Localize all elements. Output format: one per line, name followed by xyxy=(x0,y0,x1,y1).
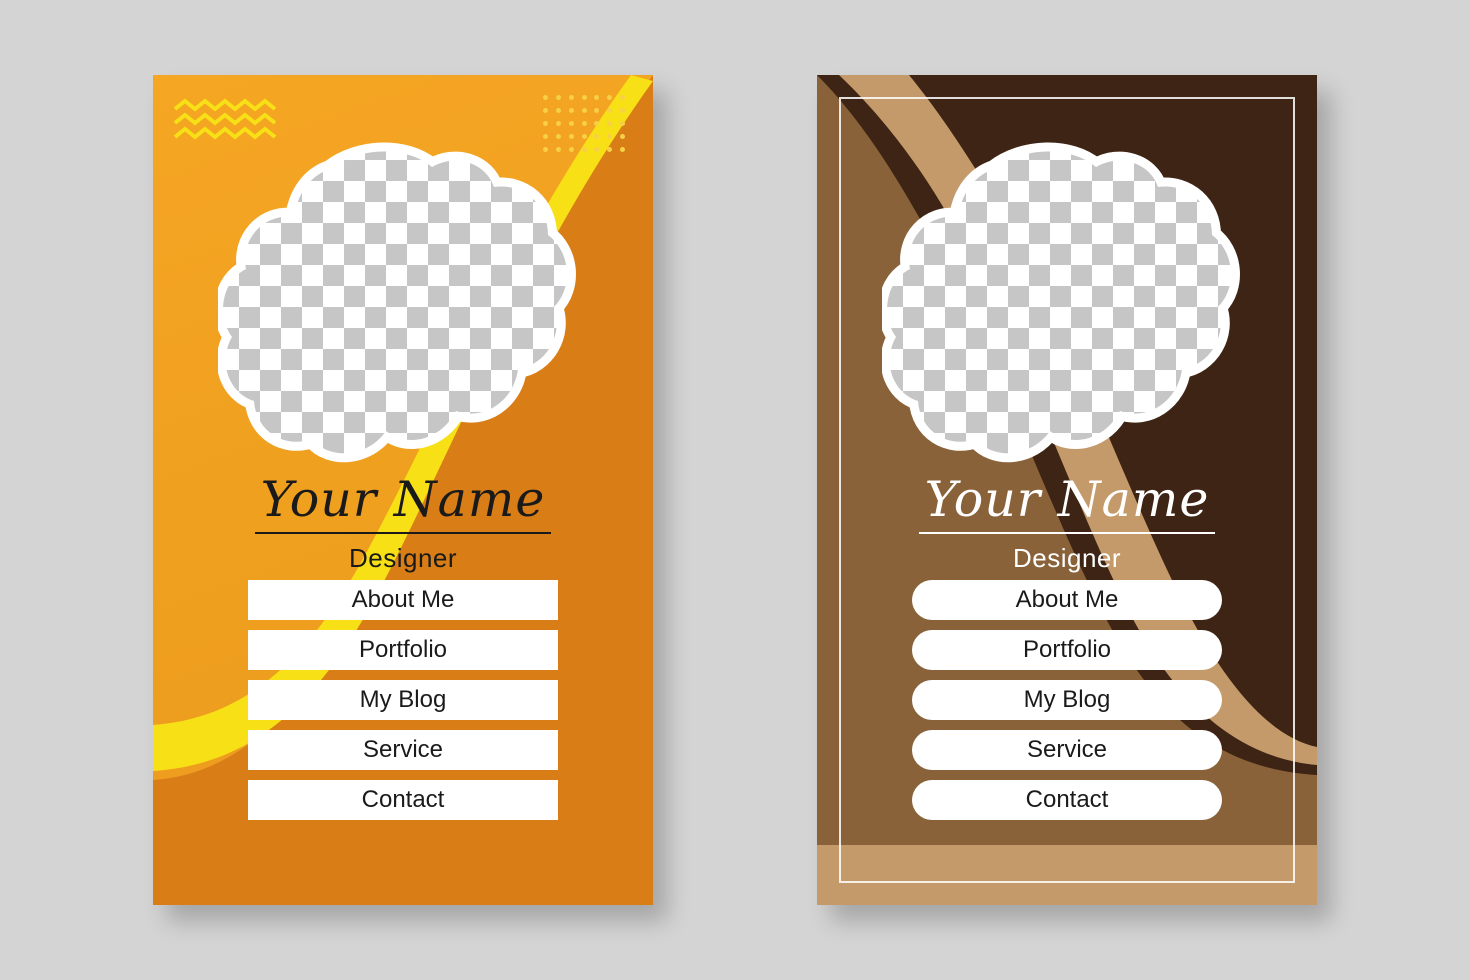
photo-placeholder-brown[interactable] xyxy=(878,139,1252,469)
button-service[interactable]: Service xyxy=(912,730,1222,770)
role-subtitle: Designer xyxy=(1012,543,1122,573)
name-block-brown: Your Name Designer xyxy=(817,475,1317,574)
photo-placeholder-orange[interactable] xyxy=(214,139,588,469)
menu-brown: About Me Portfolio My Blog Service Conta… xyxy=(817,580,1317,820)
button-portfolio[interactable]: Portfolio xyxy=(248,630,558,670)
profile-card-brown: Your Name Designer About Me Portfolio My… xyxy=(817,75,1317,905)
blob-photo-frame xyxy=(878,142,1240,463)
zigzag-decoration-icon xyxy=(173,98,277,140)
profile-card-orange: Your Name Designer About Me Portfolio My… xyxy=(153,75,653,905)
button-about-me[interactable]: About Me xyxy=(912,580,1222,620)
menu-orange: About Me Portfolio My Blog Service Conta… xyxy=(153,580,653,820)
button-contact[interactable]: Contact xyxy=(912,780,1222,820)
page-title: Your Name xyxy=(918,475,1216,534)
cards-stage: Your Name Designer About Me Portfolio My… xyxy=(0,0,1470,980)
role-subtitle: Designer xyxy=(348,543,458,573)
button-my-blog[interactable]: My Blog xyxy=(912,680,1222,720)
page-title: Your Name xyxy=(254,475,552,534)
button-portfolio[interactable]: Portfolio xyxy=(912,630,1222,670)
blob-photo-frame xyxy=(214,142,576,463)
button-service[interactable]: Service xyxy=(248,730,558,770)
button-contact[interactable]: Contact xyxy=(248,780,558,820)
name-block-orange: Your Name Designer xyxy=(153,475,653,574)
button-about-me[interactable]: About Me xyxy=(248,580,558,620)
button-my-blog[interactable]: My Blog xyxy=(248,680,558,720)
